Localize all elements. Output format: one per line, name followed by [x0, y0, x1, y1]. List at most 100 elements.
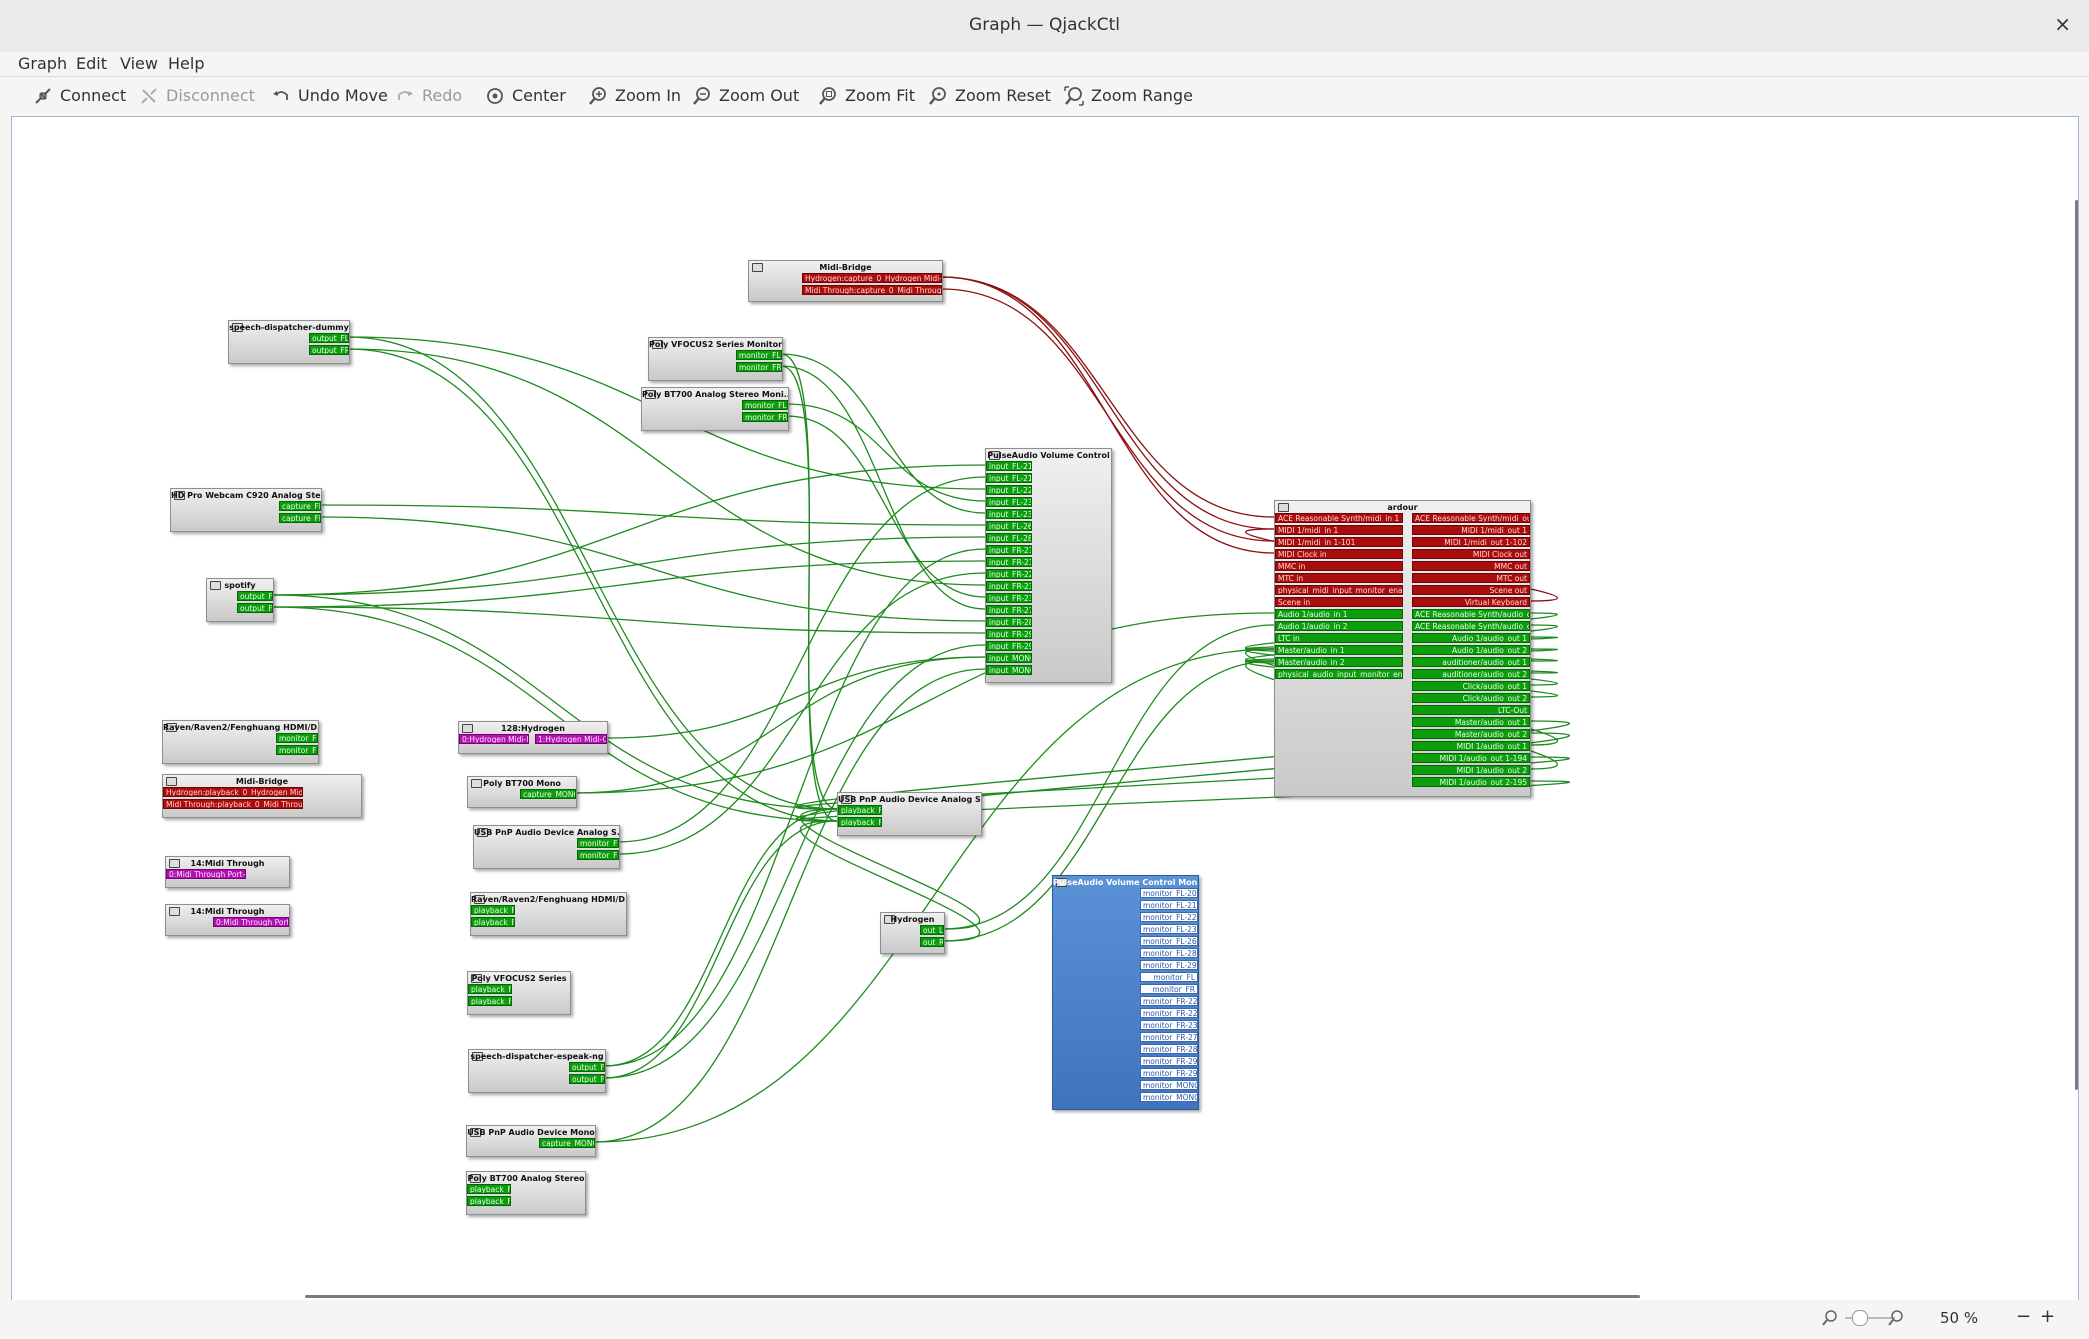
output-port[interactable]: MIDI 1/midi_out 1 — [1412, 525, 1530, 535]
output-port[interactable]: monitor_FL — [577, 838, 619, 848]
zoom-slider-handle[interactable] — [1852, 1310, 1868, 1326]
output-port[interactable]: monitor_FR-220 — [1140, 996, 1198, 1006]
node-usb-pnp-mon[interactable]: USB PnP Audio Device Analog S... monitor_… — [473, 825, 620, 869]
output-port[interactable]: output_FR — [569, 1074, 605, 1084]
input-port[interactable]: input_MONO-221 — [986, 665, 1032, 675]
input-port[interactable]: input_FL-223 — [986, 485, 1032, 495]
output-port[interactable]: out_L — [920, 925, 944, 935]
input-port[interactable]: MMC in — [1275, 561, 1403, 571]
input-port[interactable]: input_FL-234 — [986, 497, 1032, 507]
input-port[interactable]: input_FR-225 — [986, 569, 1032, 579]
input-port[interactable]: input_FR-288 — [986, 617, 1032, 627]
output-port[interactable]: ACE Reasonable Synth/audio_out 2 — [1412, 621, 1530, 631]
input-port[interactable]: input_FL-211 — [986, 461, 1032, 471]
output-port[interactable]: output_FL — [309, 333, 349, 343]
output-port[interactable]: monitor_FL-283 — [1140, 948, 1198, 958]
node-pavc-monitor[interactable]: PulseAudio Volume Control Mon... monitor_… — [1052, 875, 1199, 1110]
output-port[interactable]: monitor_FR — [736, 362, 782, 372]
output-port[interactable]: monitor_FL-224 — [1140, 912, 1198, 922]
input-port[interactable]: input_FL-217 — [986, 473, 1032, 483]
output-port[interactable]: MIDI Clock out — [1412, 549, 1530, 559]
output-port[interactable]: monitor_FR-289 — [1140, 1044, 1198, 1054]
input-port[interactable]: input_FR-290 — [986, 629, 1032, 639]
zoom-out-small-icon[interactable] — [1820, 1308, 1840, 1328]
zoom-reset-button[interactable]: Zoom Reset — [927, 83, 1051, 109]
undo-move-button[interactable]: Undo Move — [270, 83, 388, 109]
node-poly-bt700-mono[interactable]: Poly BT700 Mono capture_MONO — [467, 776, 577, 808]
input-port[interactable]: playback_FR — [468, 996, 512, 1006]
output-port[interactable]: auditioner/audio_out 1 — [1412, 657, 1530, 667]
output-port[interactable]: monitor_FR-226 — [1140, 1008, 1198, 1018]
input-port[interactable]: playback_FL — [468, 984, 512, 994]
output-port[interactable]: monitor_FR-298 — [1140, 1068, 1198, 1078]
output-port[interactable]: monitor_FR — [742, 412, 788, 422]
output-port[interactable]: output_FL — [569, 1062, 605, 1072]
output-port[interactable]: ACE Reasonable Synth/audio_out 1 — [1412, 609, 1530, 619]
output-port[interactable]: out_R — [920, 937, 944, 947]
output-port[interactable]: Hydrogen:capture_0_Hydrogen Midi-Out — [802, 273, 942, 283]
input-port[interactable]: Audio 1/audio_in 1 — [1275, 609, 1403, 619]
output-port[interactable]: MIDI 1/midi_out 1-102 — [1412, 537, 1530, 547]
zoom-plus-button[interactable]: + — [2040, 1306, 2055, 1327]
output-port[interactable]: Click/audio_out 2 — [1412, 693, 1530, 703]
output-port[interactable]: monitor_FL — [736, 350, 782, 360]
zoom-in-small-icon[interactable] — [1886, 1308, 1906, 1328]
input-port[interactable]: input_FR-293 — [986, 641, 1032, 651]
node-midithrough-out[interactable]: 14:Midi Through 0:Midi Through Port-0 — [165, 904, 290, 936]
input-port[interactable]: playback_FR — [838, 817, 882, 827]
node-hydrogen128[interactable]: 128:Hydrogen 0:Hydrogen Midi-In 1:Hydrogen… — [458, 721, 608, 754]
output-port[interactable]: monitor_FL-269 — [1140, 936, 1198, 946]
node-poly-vfocus-mon[interactable]: Poly VFOCUS2 Series Monitor monitor_FL mon… — [648, 337, 783, 381]
input-port[interactable]: 0:Hydrogen Midi-In — [459, 734, 529, 744]
input-port[interactable]: input_FR-219 — [986, 557, 1032, 567]
node-speech-espeak[interactable]: speech-dispatcher-espeak-ngoutput_FLoutp… — [468, 1049, 606, 1093]
node-raven-mon[interactable]: Raven/Raven2/Fenghuang HDMI/D... monitor_… — [162, 720, 319, 764]
node-usb-pnp-mono[interactable]: USB PnP Audio Device Mono capture_MONO — [466, 1125, 596, 1157]
center-button[interactable]: Center — [484, 83, 566, 109]
input-port[interactable]: input_FL-235 — [986, 509, 1032, 519]
output-port[interactable]: MTC out — [1412, 573, 1530, 583]
output-port[interactable]: monitor_MONO — [1140, 1080, 1198, 1090]
input-port[interactable]: physical_midi_input_monitor_enable — [1275, 585, 1403, 595]
output-port[interactable]: Audio 1/audio_out 2 — [1412, 645, 1530, 655]
node-midithrough-in[interactable]: 14:Midi Through 0:Midi Through Port-0 — [165, 856, 290, 888]
node-poly-vfocus[interactable]: Poly VFOCUS2 Seriesplayback_FL playback_F… — [467, 971, 571, 1015]
output-port[interactable]: Virtual Keyboard — [1412, 597, 1530, 607]
input-port[interactable]: playback_FR — [471, 917, 515, 927]
input-port[interactable]: ACE Reasonable Synth/midi_in 1 — [1275, 513, 1403, 523]
output-port[interactable]: Audio 1/audio_out 1 — [1412, 633, 1530, 643]
input-port[interactable]: MTC in — [1275, 573, 1403, 583]
output-port[interactable]: monitor_FR-294 — [1140, 1056, 1198, 1066]
output-port[interactable]: output_FR — [237, 603, 273, 613]
connect-button[interactable]: Connect — [32, 83, 126, 109]
output-port[interactable]: Master/audio_out 1 — [1412, 717, 1530, 727]
output-port[interactable]: MIDI 1/audio_out 1 — [1412, 741, 1530, 751]
input-port[interactable]: input_FR-237 — [986, 593, 1032, 603]
output-port[interactable]: MMC out — [1412, 561, 1530, 571]
input-port[interactable]: input_FR-213 — [986, 545, 1032, 555]
input-port[interactable]: Audio 1/audio_in 2 — [1275, 621, 1403, 631]
input-port[interactable]: input_FR-232 — [986, 581, 1032, 591]
node-raven-play[interactable]: Raven/Raven2/Fenghuang HDMI/D... playback… — [470, 892, 627, 936]
zoom-minus-button[interactable]: − — [2016, 1306, 2031, 1327]
output-port[interactable]: capture_FR — [279, 513, 321, 523]
output-port[interactable]: MIDI 1/audio_out 2 — [1412, 765, 1530, 775]
output-port[interactable]: Click/audio_out 1 — [1412, 681, 1530, 691]
output-port[interactable]: monitor_FL-216 — [1140, 900, 1198, 910]
output-port[interactable]: monitor_MONO-222 — [1140, 1092, 1198, 1102]
input-port[interactable]: playback_FL — [467, 1184, 511, 1194]
output-port[interactable]: monitor_FR-238 — [1140, 1020, 1198, 1030]
node-ardour[interactable]: ardour ACE Reasonable Synth/midi_in 1 MIDI… — [1274, 500, 1531, 797]
zoom-in-button[interactable]: Zoom In — [587, 83, 681, 109]
output-port[interactable]: Scene out — [1412, 585, 1530, 595]
output-port[interactable]: capture_MONO — [520, 789, 576, 799]
output-port[interactable]: Master/audio_out 2 — [1412, 729, 1530, 739]
output-port[interactable]: monitor_FL — [276, 733, 318, 743]
node-poly-bt700-stereo[interactable]: Poly BT700 Analog Stereoplayback_FLplayb… — [466, 1171, 586, 1215]
output-port[interactable]: MIDI 1/audio_out 2-195 — [1412, 777, 1530, 787]
output-port[interactable]: monitor_FL-290 — [1140, 960, 1198, 970]
output-port[interactable]: monitor_FL-208 — [1140, 888, 1198, 898]
input-port[interactable]: input_FR-270 — [986, 605, 1032, 615]
input-port[interactable]: playback_FL — [838, 805, 882, 815]
output-port[interactable]: ACE Reasonable Synth/midi_out 1 — [1412, 513, 1530, 523]
